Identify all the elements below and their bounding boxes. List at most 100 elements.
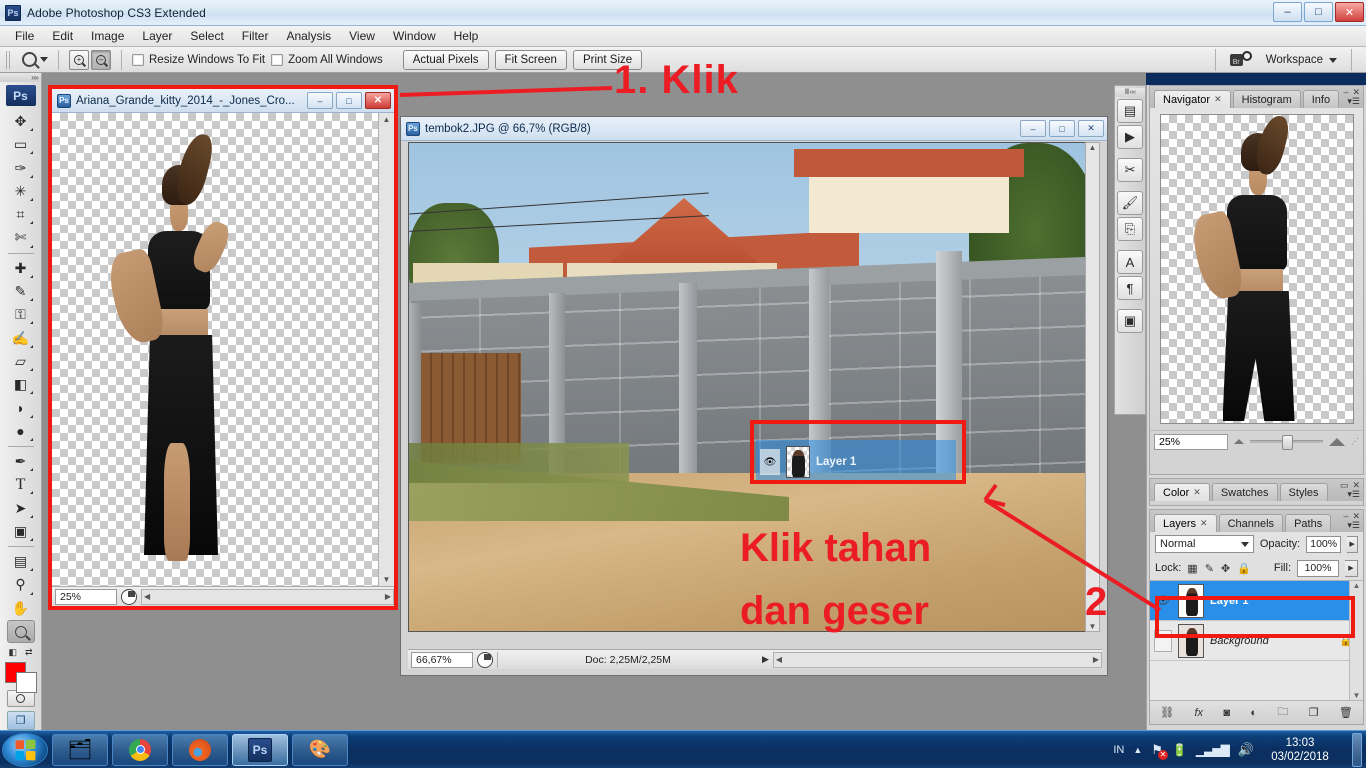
tab-histogram[interactable]: Histogram	[1232, 90, 1301, 108]
paint-taskbar-button[interactable]: 🎨	[292, 733, 348, 766]
toolbox-collapse-handle[interactable]: »»	[0, 73, 41, 83]
brush-presets-dock-icon[interactable]: 🖌	[1117, 191, 1143, 215]
print-size-button[interactable]: Print Size	[572, 49, 643, 70]
zoom-out-icon[interactable]	[1234, 439, 1244, 444]
gradient-tool[interactable]: ◧	[7, 373, 35, 396]
tab-styles[interactable]: Styles	[1279, 483, 1328, 501]
new-layer-icon[interactable]: ❐	[1309, 706, 1319, 719]
menu-image[interactable]: Image	[82, 27, 133, 45]
type-tool[interactable]: T	[7, 473, 35, 496]
show-hidden-icons-icon[interactable]: ▲	[1133, 745, 1142, 755]
maximize-button[interactable]: □	[1304, 2, 1333, 22]
opacity-stepper[interactable]: ▶	[1347, 535, 1358, 553]
tab-channels[interactable]: Channels	[1218, 514, 1284, 532]
document-window-tembok2[interactable]: Ps tembok2.JPG @ 66,7% (RGB/8) – □ ✕ 👁 L…	[400, 116, 1108, 676]
menu-layer[interactable]: Layer	[133, 27, 181, 45]
lock-image-icon[interactable]: ✎	[1205, 562, 1214, 575]
doc1-zoom-field[interactable]: 25%	[55, 588, 117, 605]
adjustment-layer-icon[interactable]: ◐	[1250, 707, 1257, 719]
animation-dock-icon[interactable]: ▶	[1117, 125, 1143, 149]
doc1-horizontal-scrollbar[interactable]: ◀ ▶	[141, 588, 394, 605]
google-chrome-taskbar-button[interactable]	[112, 733, 168, 766]
lock-position-icon[interactable]: ✥	[1221, 562, 1230, 575]
doc2-vertical-scrollbar[interactable]: ▲ ▼	[1085, 142, 1100, 632]
doc1-minimize-button[interactable]: –	[307, 92, 333, 109]
new-group-icon[interactable]: 🗀	[1277, 703, 1288, 722]
doc1-info-icon[interactable]	[121, 588, 137, 605]
color-swatches[interactable]	[4, 662, 37, 694]
notes-tool[interactable]: ▤	[7, 550, 35, 573]
show-desktop-button[interactable]	[1352, 732, 1362, 767]
paragraph-dock-icon[interactable]: ¶	[1117, 276, 1143, 300]
magic-wand-tool[interactable]: ✳	[7, 180, 35, 203]
default-colors-icon[interactable]: ◧	[8, 647, 17, 658]
close-icon[interactable]: ✕	[1214, 94, 1222, 105]
network-error-icon[interactable]: ⚑ ✕	[1151, 742, 1168, 760]
resize-grip[interactable]: ⋰	[1351, 437, 1359, 446]
signal-icon[interactable]: ▁▃▅▇	[1196, 743, 1230, 757]
language-indicator[interactable]: IN	[1113, 744, 1124, 756]
panel-menu-icon[interactable]: ▾☰	[1347, 520, 1360, 531]
doc2-zoom-field[interactable]: 66,67%	[411, 651, 473, 668]
zoom-in-icon[interactable]	[1329, 437, 1345, 446]
taskbar-clock[interactable]: 13:03 03/02/2018	[1263, 736, 1337, 764]
layer-comps-dock-icon[interactable]: ▣	[1117, 309, 1143, 333]
history-brush-tool[interactable]: ✍	[7, 326, 35, 349]
clone-source-dock-icon[interactable]: ⎘	[1117, 217, 1143, 241]
resize-windows-to-fit-checkbox[interactable]: Resize Windows To Fit	[132, 53, 265, 66]
minimize-button[interactable]: –	[1273, 2, 1302, 22]
navigator-zoom-slider[interactable]	[1250, 435, 1323, 450]
menu-view[interactable]: View	[340, 27, 384, 45]
file-explorer-taskbar-button[interactable]: 🗂	[52, 733, 108, 766]
go-to-bridge-icon[interactable]: Br	[1229, 51, 1252, 69]
shape-tool[interactable]: ▣	[7, 520, 35, 543]
doc2-minimize-button[interactable]: –	[1020, 120, 1046, 137]
lasso-tool[interactable]: ✑	[7, 156, 35, 179]
actual-pixels-button[interactable]: Actual Pixels	[402, 49, 489, 70]
lock-all-icon[interactable]: 🔒	[1237, 562, 1251, 575]
zoom-out-button[interactable]: –	[91, 49, 111, 70]
doc1-canvas[interactable]	[52, 113, 380, 586]
path-selection-tool[interactable]: ➤	[7, 496, 35, 519]
start-button[interactable]	[2, 732, 48, 767]
blend-mode-select[interactable]: Normal	[1155, 535, 1254, 553]
tab-navigator[interactable]: Navigator ✕	[1154, 90, 1231, 108]
photoshop-taskbar-button[interactable]: Ps	[232, 733, 288, 766]
tab-color[interactable]: Color ✕	[1154, 483, 1210, 501]
move-tool[interactable]: ✥	[7, 110, 35, 133]
background-color-swatch[interactable]	[15, 672, 37, 694]
doc1-titlebar[interactable]: Ps Ariana_Grande_kitty_2014_-_Jones_Cro.…	[52, 89, 394, 113]
brushes-dock-icon[interactable]: ▤	[1117, 99, 1143, 123]
workspace-menu[interactable]: Workspace	[1266, 54, 1337, 66]
lock-transparency-icon[interactable]: ▦	[1187, 562, 1197, 575]
link-layers-icon[interactable]: ⛓	[1160, 706, 1174, 719]
panel-menu-icon[interactable]: ▾☰	[1347, 489, 1360, 500]
fit-screen-button[interactable]: Fit Screen	[494, 49, 567, 70]
slice-tool[interactable]: ✄	[7, 226, 35, 249]
menu-file[interactable]: File	[6, 27, 43, 45]
doc2-titlebar[interactable]: Ps tembok2.JPG @ 66,7% (RGB/8) – □ ✕	[401, 117, 1107, 141]
slider-handle[interactable]	[1282, 435, 1294, 450]
document-window-ariana[interactable]: Ps Ariana_Grande_kitty_2014_-_Jones_Cro.…	[48, 85, 398, 610]
menu-analysis[interactable]: Analysis	[277, 27, 340, 45]
volume-icon[interactable]: 🔊	[1238, 742, 1254, 758]
fill-field[interactable]: 100%	[1297, 559, 1339, 577]
panel-menu-icon[interactable]: ▾☰	[1347, 96, 1360, 107]
tool-presets-dock-icon[interactable]: ✂	[1117, 158, 1143, 182]
menu-select[interactable]: Select	[181, 27, 232, 45]
character-dock-icon[interactable]: A	[1117, 250, 1143, 274]
layer-style-icon[interactable]: fx	[1194, 707, 1203, 719]
menu-filter[interactable]: Filter	[233, 27, 278, 45]
close-icon[interactable]: ✕	[1200, 518, 1208, 529]
close-button[interactable]: ✕	[1335, 2, 1364, 22]
healing-brush-tool[interactable]: ✚	[7, 257, 35, 280]
dock-strip-grip[interactable]: ‖‖ ««	[1115, 88, 1145, 97]
dodge-tool[interactable]: ●	[7, 420, 35, 443]
crop-tool[interactable]: ⌗	[7, 203, 35, 226]
mozilla-firefox-taskbar-button[interactable]	[172, 733, 228, 766]
menu-edit[interactable]: Edit	[43, 27, 82, 45]
doc1-vertical-scrollbar[interactable]: ▲ ▼	[378, 113, 394, 586]
doc1-close-button[interactable]: ✕	[365, 92, 391, 109]
fill-stepper[interactable]: ▶	[1345, 559, 1358, 577]
blur-tool[interactable]: ◗	[7, 396, 35, 419]
